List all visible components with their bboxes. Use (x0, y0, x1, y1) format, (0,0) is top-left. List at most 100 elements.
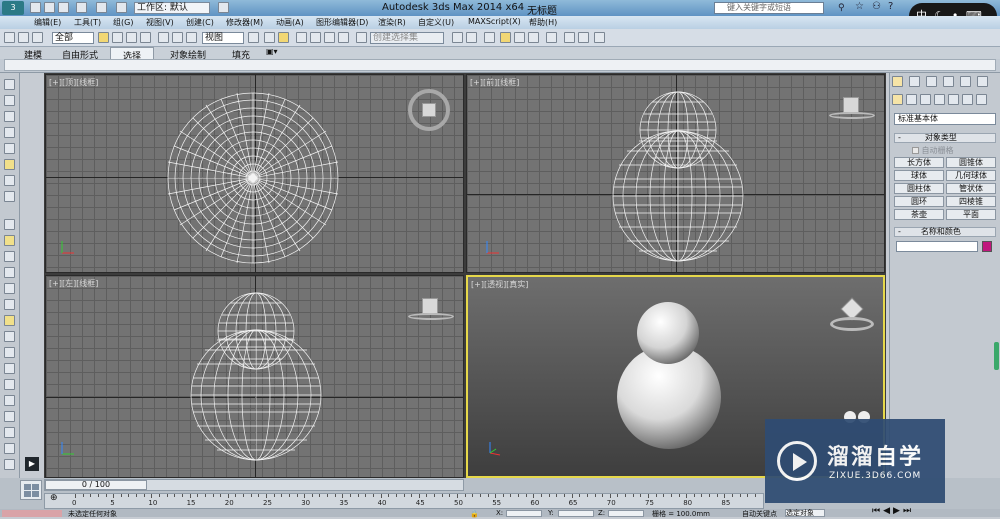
unlink-icon[interactable] (18, 32, 29, 43)
binoculars-icon[interactable]: ⚲ (838, 3, 849, 13)
x-coord-field[interactable] (506, 510, 542, 517)
ribbon-options-icon[interactable]: ▣▾ (266, 47, 278, 56)
camera-icon[interactable] (4, 175, 15, 186)
menu-graph-editors[interactable]: 图形编辑器(D) (316, 17, 368, 28)
scene-explorer-icon[interactable] (4, 79, 15, 90)
spinner-snap-icon[interactable] (338, 32, 349, 43)
playback-controls[interactable]: ⏮◀▶⏭ (872, 506, 914, 516)
time-slider[interactable]: 0 / 100 (44, 479, 464, 491)
cameras-category-icon[interactable] (934, 94, 945, 105)
shapes-icon[interactable] (4, 267, 15, 278)
viewport-label-perspective[interactable]: [+][透视][真实] (471, 279, 528, 290)
light-icon[interactable] (4, 159, 15, 170)
helper-icon[interactable] (4, 191, 15, 202)
object-color-swatch[interactable] (982, 241, 992, 252)
sphere-button[interactable]: 球体 (894, 170, 944, 181)
cone-icon[interactable] (4, 395, 15, 406)
percent-snap-icon[interactable] (324, 32, 335, 43)
workspace-dropdown[interactable]: 工作区: 默认 (134, 2, 210, 14)
redo-icon[interactable] (96, 2, 107, 13)
viewport-label-front[interactable]: [+][前][线框] (470, 77, 519, 88)
menu-tools[interactable]: 工具(T) (74, 17, 101, 28)
graphite-toggle-icon[interactable] (500, 32, 511, 43)
helpers-category-icon[interactable] (948, 94, 959, 105)
reference-coord-dropdown[interactable]: 视图 (202, 32, 244, 44)
grid-icon[interactable] (4, 459, 15, 470)
menu-modifiers[interactable]: 修改器(M) (226, 17, 263, 28)
sun-icon[interactable] (4, 235, 15, 246)
geometry-icon[interactable] (892, 94, 903, 105)
viewport-nav-arrow-button[interactable]: ▶ (25, 457, 39, 471)
teapot-button[interactable]: 茶壶 (894, 209, 944, 220)
viewcube-left[interactable] (408, 298, 456, 322)
viewport-label-left[interactable]: [+][左][线框] (49, 278, 98, 289)
menu-rendering[interactable]: 渲染(R) (378, 17, 406, 28)
shapes-category-icon[interactable] (906, 94, 917, 105)
key-filter-icon[interactable]: ⊕ (50, 493, 58, 503)
menu-views[interactable]: 视图(V) (146, 17, 174, 28)
hide-icon[interactable] (4, 127, 15, 138)
viewport-top[interactable]: [+][顶][线框] (45, 74, 464, 273)
sphere-icon[interactable] (4, 411, 15, 422)
spacewarps-category-icon[interactable] (962, 94, 973, 105)
select-object-icon[interactable] (98, 32, 109, 43)
name-color-rollout-header[interactable]: - 名称和颜色 (894, 227, 996, 237)
primitive-type-dropdown[interactable]: 标准基本体 (894, 113, 996, 125)
paint-icon[interactable] (4, 347, 15, 358)
mirror-icon[interactable] (452, 32, 463, 43)
snap-toggle-icon[interactable] (296, 32, 307, 43)
viewcube-front[interactable] (829, 97, 877, 121)
viewport-front[interactable]: [+][前][线框] (466, 74, 885, 273)
spacewarp-icon[interactable] (4, 219, 15, 230)
move-icon[interactable] (158, 32, 169, 43)
viewcube-perspective[interactable] (830, 297, 876, 333)
bind-space-warp-icon[interactable] (32, 32, 43, 43)
tube-button[interactable]: 管状体 (946, 183, 996, 194)
gear-icon[interactable] (4, 331, 15, 342)
menu-animation[interactable]: 动画(A) (276, 17, 304, 28)
link-icon[interactable] (4, 32, 15, 43)
curve-editor-icon[interactable] (514, 32, 525, 43)
project-folder-icon[interactable] (116, 2, 127, 13)
z-coord-field[interactable] (608, 510, 644, 517)
hair-icon[interactable] (4, 299, 15, 310)
timeline-track[interactable]: 0 5 10 15 20 25 30 35 40 45 50 55 60 65 70 75 80 85 (44, 493, 764, 509)
render-setup-icon[interactable] (564, 32, 575, 43)
menu-edit[interactable]: 编辑(E) (34, 17, 61, 28)
freeze-icon[interactable] (4, 143, 15, 154)
select-by-name-icon[interactable] (112, 32, 123, 43)
align-icon[interactable] (466, 32, 477, 43)
open-file-icon[interactable] (44, 2, 55, 13)
render-production-icon[interactable] (594, 32, 605, 43)
menu-customize[interactable]: 自定义(U) (418, 17, 454, 28)
torus-button[interactable]: 圆环 (894, 196, 944, 207)
modify-tab-icon[interactable] (909, 76, 920, 87)
geosphere-button[interactable]: 几何球体 (946, 170, 996, 181)
viewport-layout-icon[interactable] (4, 95, 15, 106)
y-coord-field[interactable] (558, 510, 594, 517)
schematic-view-icon[interactable] (528, 32, 539, 43)
cylinder-icon[interactable] (4, 363, 15, 374)
selection-filter-dropdown[interactable]: 全部 (52, 32, 94, 44)
rotate-icon[interactable] (172, 32, 183, 43)
layer-manager-icon[interactable] (484, 32, 495, 43)
utilities-tab-icon[interactable] (977, 76, 988, 87)
cone-button[interactable]: 圆锥体 (946, 157, 996, 168)
star-icon[interactable]: ☆ (855, 1, 864, 12)
app-logo[interactable]: 3 (2, 1, 24, 15)
plane-button[interactable]: 平面 (946, 209, 996, 220)
viewport-label-top[interactable]: [+][顶][线框] (49, 77, 98, 88)
rendered-frame-icon[interactable] (578, 32, 589, 43)
material-editor-icon[interactable] (546, 32, 557, 43)
hierarchy-tab-icon[interactable] (926, 76, 937, 87)
cloth-icon[interactable] (4, 283, 15, 294)
window-crossing-icon[interactable] (140, 32, 151, 43)
menu-maxscript[interactable]: MAXScript(X) (468, 17, 521, 26)
undo-icon[interactable] (76, 2, 87, 13)
menu-create[interactable]: 创建(C) (186, 17, 214, 28)
angle-snap-icon[interactable] (310, 32, 321, 43)
monitor-icon[interactable] (4, 443, 15, 454)
menu-help[interactable]: 帮助(H) (529, 17, 557, 28)
object-name-input[interactable] (896, 241, 978, 252)
object-type-rollout-header[interactable]: - 对象类型 (894, 133, 996, 143)
